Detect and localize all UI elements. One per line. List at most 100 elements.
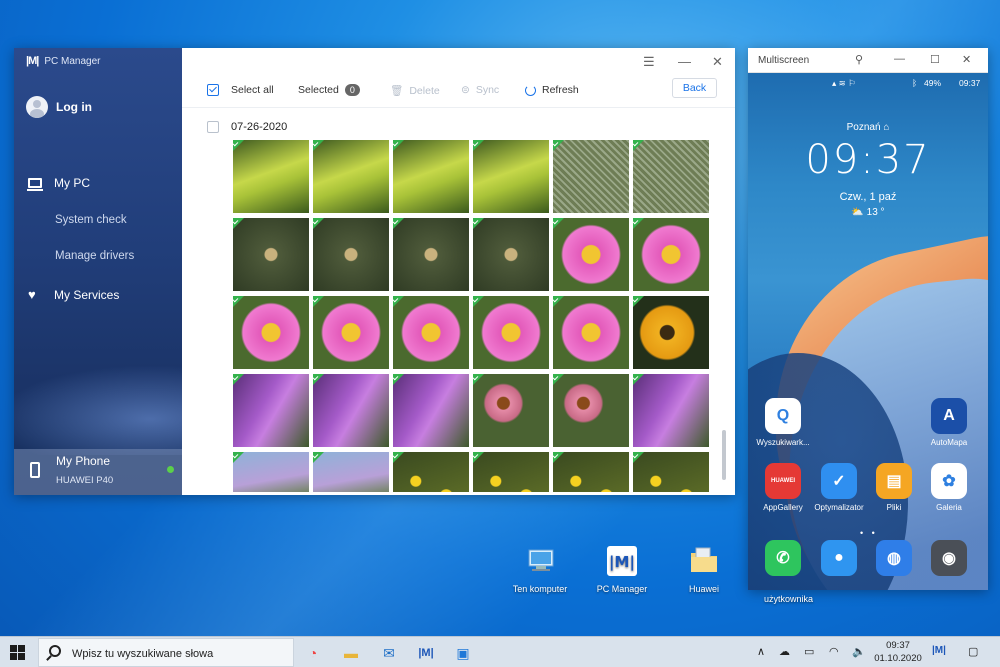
- sidebar-item-manage-drivers[interactable]: Manage drivers: [55, 250, 134, 262]
- back-button[interactable]: Back: [672, 78, 717, 98]
- file-explorer-icon[interactable]: ▬: [338, 641, 364, 665]
- taskbar-clock[interactable]: 09:37 01.10.2020: [873, 639, 923, 665]
- onedrive-icon[interactable]: ☁: [779, 645, 790, 658]
- app-messages[interactable]: ●: [809, 540, 869, 580]
- photo-thumbnail[interactable]: [473, 296, 549, 369]
- battery-icon[interactable]: ▭: [804, 645, 814, 658]
- mail-icon[interactable]: ✉: [376, 641, 402, 665]
- gallery-scrollbar[interactable]: [722, 430, 726, 480]
- minimize-icon[interactable]: —: [894, 53, 905, 65]
- sidebar-item-my-services[interactable]: ♥ My Services: [28, 288, 119, 302]
- desktop-icon-this-pc[interactable]: Ten komputer: [500, 544, 580, 594]
- photo-thumbnail[interactable]: [633, 452, 709, 492]
- date-group-checkbox[interactable]: [207, 121, 219, 133]
- photo-thumbnail[interactable]: [553, 296, 629, 369]
- photo-thumbnail[interactable]: [313, 218, 389, 291]
- selected-check-icon: [233, 140, 244, 151]
- computer-icon: [528, 549, 554, 571]
- sidebar-item-my-pc[interactable]: My PC: [27, 176, 90, 191]
- app-phone[interactable]: ✆: [753, 540, 813, 580]
- desktop-icon-label: Ten komputer: [512, 584, 568, 594]
- sidebar-item-label: My Services: [54, 288, 120, 302]
- pc-manager-sidebar: |M| PC Manager Log in My PC System check…: [14, 48, 182, 495]
- photo-thumbnail[interactable]: [553, 374, 629, 447]
- select-all-checkbox[interactable]: Select all: [207, 84, 274, 96]
- pin-icon[interactable]: ⚲: [855, 53, 863, 66]
- photo-thumbnail[interactable]: [633, 374, 709, 447]
- photo-thumbnail[interactable]: [473, 452, 549, 492]
- photo-thumbnail[interactable]: [313, 452, 389, 492]
- multiscreen-taskbar-icon[interactable]: ▣: [450, 641, 476, 665]
- photo-thumbnail[interactable]: [553, 452, 629, 492]
- app-logo: |M| PC Manager: [26, 55, 100, 67]
- photo-thumbnail[interactable]: [473, 140, 549, 213]
- photo-thumbnail[interactable]: [553, 140, 629, 213]
- app-search-app[interactable]: Q Wyszukiwark...: [753, 398, 813, 447]
- delete-label: Delete: [409, 84, 440, 97]
- photo-thumbnail[interactable]: [473, 218, 549, 291]
- desktop-icon-label: Huawei: [688, 584, 719, 594]
- close-icon[interactable]: ✕: [962, 53, 971, 66]
- volume-icon[interactable]: 🔈: [852, 645, 866, 658]
- login-button[interactable]: Log in: [26, 96, 92, 118]
- selected-check-icon: [393, 218, 404, 229]
- windows-start-icon[interactable]: [10, 645, 25, 660]
- photo-thumbnail[interactable]: [233, 374, 309, 447]
- photo-thumbnail[interactable]: [393, 374, 469, 447]
- pc-manager-logo-icon: |M|: [26, 55, 39, 67]
- app-camera[interactable]: ◉: [919, 540, 979, 580]
- app-gallery[interactable]: ✿ Galeria: [919, 463, 979, 512]
- selected-check-icon: [473, 452, 484, 463]
- photo-thumbnail[interactable]: [313, 296, 389, 369]
- photo-thumbnail[interactable]: [313, 140, 389, 213]
- paint-app-icon[interactable]: ◔: [300, 641, 326, 665]
- sidebar-item-my-phone[interactable]: My Phone HUAWEI P40: [14, 449, 182, 495]
- menu-icon[interactable]: ☰: [643, 54, 655, 70]
- selected-check-icon: [553, 140, 564, 151]
- selected-check-icon: [553, 452, 564, 463]
- photo-thumbnail[interactable]: [393, 140, 469, 213]
- tray-expand-icon[interactable]: ∧: [757, 645, 765, 658]
- selected-check-icon: [633, 296, 644, 307]
- maximize-icon[interactable]: ☐: [930, 53, 940, 66]
- refresh-button[interactable]: Refresh: [525, 84, 579, 96]
- app-appgallery[interactable]: HUAWEI AppGallery: [753, 463, 813, 512]
- connected-status-dot: [167, 466, 174, 473]
- taskbar-search[interactable]: Wpisz tu wyszukiwane słowa: [38, 638, 294, 667]
- network-icon[interactable]: ◠: [829, 645, 839, 658]
- photo-thumbnail[interactable]: [233, 218, 309, 291]
- photo-thumbnail[interactable]: [233, 140, 309, 213]
- photo-thumbnail[interactable]: [393, 296, 469, 369]
- heart-icon: ♥: [28, 287, 36, 302]
- photo-thumbnail[interactable]: [473, 374, 549, 447]
- appgallery-icon: HUAWEI: [765, 463, 801, 499]
- sync-button[interactable]: ⊜ Sync: [461, 84, 499, 96]
- photo-thumbnail[interactable]: [633, 218, 709, 291]
- close-icon[interactable]: ✕: [712, 54, 723, 70]
- photo-thumbnail[interactable]: [313, 374, 389, 447]
- minimize-icon[interactable]: —: [678, 54, 691, 69]
- selected-label: Selected: [298, 84, 339, 96]
- photo-thumbnail[interactable]: [233, 452, 309, 492]
- app-folder[interactable]: ▤ Pliki: [864, 463, 924, 512]
- app-automapa[interactable]: A AutoMapa: [919, 398, 979, 447]
- photo-thumbnail[interactable]: [633, 296, 709, 369]
- my-phone-label: My Phone: [56, 454, 111, 468]
- photo-thumbnail[interactable]: [393, 452, 469, 492]
- notifications-icon[interactable]: ▢: [968, 645, 978, 658]
- app-browser[interactable]: ◍: [864, 540, 924, 580]
- delete-button[interactable]: 🗑 Delete: [390, 84, 440, 98]
- sidebar-item-label: System check: [55, 214, 127, 226]
- photo-thumbnail[interactable]: [233, 296, 309, 369]
- pc-manager-taskbar-icon[interactable]: |M|: [413, 641, 439, 665]
- phone-screen[interactable]: ▴ ≋ ⚐ ᛒ 49% 09:37 Poznań ⌂ 09:37 Czw., 1…: [748, 73, 988, 590]
- photo-thumbnail[interactable]: [553, 218, 629, 291]
- trash-icon: 🗑: [390, 85, 404, 97]
- photo-thumbnail[interactable]: [633, 140, 709, 213]
- photo-thumbnail[interactable]: [393, 218, 469, 291]
- sidebar-item-system-check[interactable]: System check: [55, 214, 127, 226]
- desktop-icon-huawei[interactable]: Huawei: [664, 544, 744, 594]
- desktop-icon-pc-manager[interactable]: |M| PC Manager: [582, 544, 662, 594]
- pc-manager-tray-icon[interactable]: |M|: [932, 645, 946, 656]
- app-shield[interactable]: ✓ Optymalizator: [809, 463, 869, 512]
